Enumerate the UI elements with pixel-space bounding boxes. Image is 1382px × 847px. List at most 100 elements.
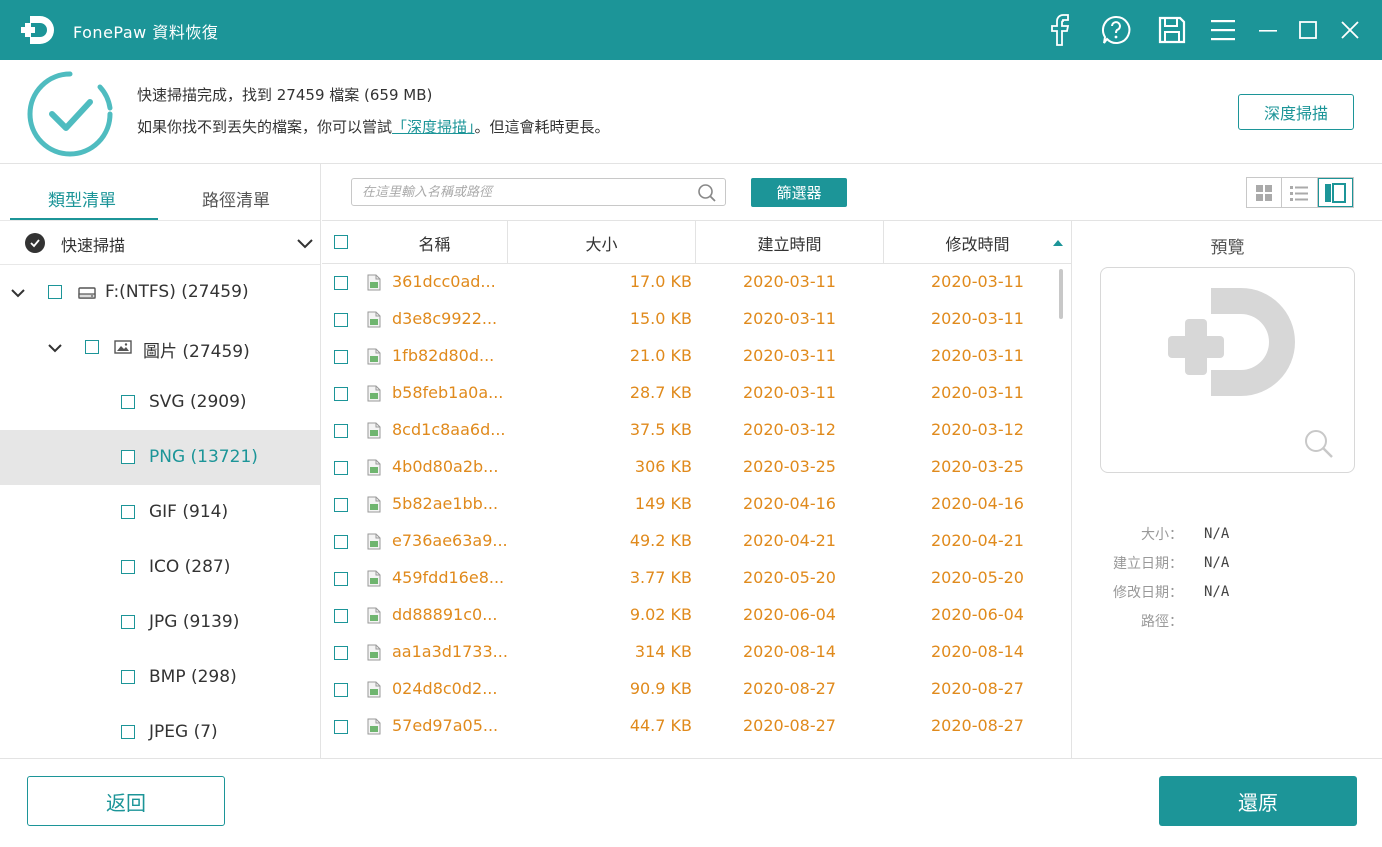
table-row[interactable]: d3e8c9922... 15.0 KB 2020-03-11 2020-03-11 (322, 301, 1060, 338)
column-header-created[interactable]: 建立時間 (696, 221, 883, 264)
table-row[interactable]: dd88891c0... 9.02 KB 2020-06-04 2020-06-04 (322, 597, 1060, 634)
png-file-icon (367, 718, 381, 735)
tree-item-jpeg[interactable]: JPEG (7) (0, 705, 320, 758)
table-row[interactable]: 361dcc0ad... 17.0 KB 2020-03-11 2020-03-11 (322, 264, 1060, 301)
png-checkbox[interactable] (121, 450, 135, 464)
tree-item-images[interactable]: 圖片 (27459) (0, 320, 320, 375)
restore-button[interactable]: 還原 (1159, 776, 1357, 826)
row-checkbox[interactable] (334, 313, 348, 327)
svg-checkbox[interactable] (121, 395, 135, 409)
tree-item-label: F:(NTFS) (27459) (105, 282, 249, 302)
filter-button[interactable]: 篩選器 (751, 178, 847, 207)
back-button[interactable]: 返回 (27, 776, 225, 826)
row-checkbox[interactable] (334, 535, 348, 549)
detail-view-icon[interactable] (1317, 178, 1353, 207)
row-checkbox[interactable] (334, 572, 348, 586)
table-row[interactable]: 1fb82d80d... 21.0 KB 2020-03-11 2020-03-11 (322, 338, 1060, 375)
row-checkbox[interactable] (334, 720, 348, 734)
chevron-down-icon[interactable] (296, 235, 314, 253)
chevron-down-icon[interactable] (47, 340, 63, 356)
maximize-icon[interactable] (1290, 12, 1326, 48)
menu-icon[interactable] (1205, 12, 1241, 48)
tree-item-label: ICO (287) (149, 557, 231, 577)
search-box[interactable] (351, 178, 726, 206)
drive-checkbox[interactable] (48, 285, 62, 299)
tree-item-ico[interactable]: ICO (287) (0, 540, 320, 595)
row-checkbox[interactable] (334, 498, 348, 512)
table-body: 361dcc0ad... 17.0 KB 2020-03-11 2020-03-11 d… (322, 264, 1060, 758)
file-name: b58feb1a0a... (392, 383, 504, 402)
tab-type-list[interactable]: 類型清單 (48, 186, 116, 211)
chevron-down-icon[interactable] (10, 285, 26, 301)
deep-scan-link[interactable]: 「深度掃描」 (392, 118, 475, 136)
search-icon[interactable] (697, 183, 717, 203)
search-input[interactable] (362, 182, 692, 202)
file-size: 44.7 KB (629, 716, 692, 735)
table-scrollbar[interactable] (1059, 269, 1063, 319)
file-size: 90.9 KB (629, 679, 692, 698)
minimize-icon[interactable] (1250, 12, 1286, 48)
file-size: 306 KB (634, 457, 692, 476)
scan-mode-selector[interactable]: 快速掃描 (0, 221, 320, 265)
row-checkbox[interactable] (334, 683, 348, 697)
table-row[interactable]: 57ed97a05... 44.7 KB 2020-08-27 2020-08-27 (322, 708, 1060, 745)
select-all-checkbox[interactable] (334, 235, 348, 249)
file-created: 2020-04-16 (743, 494, 836, 513)
images-checkbox[interactable] (85, 340, 99, 354)
tree-item-bmp[interactable]: BMP (298) (0, 650, 320, 705)
file-modified: 2020-04-16 (931, 494, 1024, 513)
file-modified: 2020-03-11 (931, 309, 1024, 328)
jpg-checkbox[interactable] (121, 615, 135, 629)
tree-item-gif[interactable]: GIF (914) (0, 485, 320, 540)
table-row[interactable]: e736ae63a9... 49.2 KB 2020-04-21 2020-04-21 (322, 523, 1060, 560)
table-row[interactable]: b58feb1a0a... 28.7 KB 2020-03-11 2020-03-11 (322, 375, 1060, 412)
row-checkbox[interactable] (334, 387, 348, 401)
tab-path-list[interactable]: 路徑清單 (202, 186, 270, 211)
list-view-icon[interactable] (1282, 178, 1318, 207)
help-icon[interactable] (1098, 12, 1134, 48)
png-file-icon (367, 496, 381, 513)
tree-item-jpg[interactable]: JPG (9139) (0, 595, 320, 650)
file-size: 3.77 KB (629, 568, 692, 587)
column-header-modified[interactable]: 修改時間 (884, 221, 1071, 264)
bmp-checkbox[interactable] (121, 670, 135, 684)
ico-checkbox[interactable] (121, 560, 135, 574)
tree-item-png[interactable]: PNG (13721) (0, 430, 320, 485)
preview-box (1100, 267, 1355, 473)
preview-title: 預覽 (1210, 238, 1245, 258)
placeholder-logo-icon (1168, 288, 1295, 396)
row-checkbox[interactable] (334, 609, 348, 623)
zoom-icon[interactable] (1303, 428, 1335, 460)
file-modified: 2020-03-25 (931, 457, 1024, 476)
file-name: 4b0d80a2b... (392, 457, 499, 476)
close-icon[interactable] (1332, 12, 1368, 48)
title-bar: FonePaw 資料恢復 (0, 0, 1382, 60)
column-header-size[interactable]: 大小 (508, 221, 695, 264)
table-row[interactable]: 5b82ae1bb... 149 KB 2020-04-16 2020-04-16 (322, 486, 1060, 523)
row-checkbox[interactable] (334, 276, 348, 290)
table-row[interactable]: 4b0d80a2b... 306 KB 2020-03-25 2020-03-25 (322, 449, 1060, 486)
row-checkbox[interactable] (334, 424, 348, 438)
table-row[interactable]: 8cd1c8aa6d... 37.5 KB 2020-03-12 2020-03-12 (322, 412, 1060, 449)
deep-scan-button[interactable]: 深度掃描 (1238, 94, 1354, 130)
gif-checkbox[interactable] (121, 505, 135, 519)
jpeg-checkbox[interactable] (121, 725, 135, 739)
tree-item-drive[interactable]: F:(NTFS) (27459) (0, 265, 320, 320)
list-tabs: 類型清單 路徑清單 (0, 164, 320, 221)
tree-item-svg[interactable]: SVG (2909) (0, 375, 320, 430)
table-row[interactable]: aa1a3d1733... 314 KB 2020-08-14 2020-08-14 (322, 634, 1060, 671)
file-modified: 2020-08-27 (931, 716, 1024, 735)
row-checkbox[interactable] (334, 646, 348, 660)
facebook-icon[interactable] (1042, 12, 1078, 48)
image-icon (114, 340, 132, 354)
row-checkbox[interactable] (334, 461, 348, 475)
table-row[interactable]: 459fdd16e8... 3.77 KB 2020-05-20 2020-05-20 (322, 560, 1060, 597)
tree-item-label: SVG (2909) (149, 392, 247, 412)
grid-view-icon[interactable] (1247, 178, 1283, 207)
file-table: 名稱 大小 建立時間 修改時間 361dcc0ad... 17.0 KB 2020-… (322, 221, 1072, 758)
table-row[interactable]: 024d8c0d2... 90.9 KB 2020-08-27 2020-08-27 (322, 671, 1060, 708)
file-created: 2020-03-25 (743, 457, 836, 476)
column-header-name[interactable]: 名稱 (362, 221, 507, 264)
row-checkbox[interactable] (334, 350, 348, 364)
save-icon[interactable] (1154, 12, 1190, 48)
